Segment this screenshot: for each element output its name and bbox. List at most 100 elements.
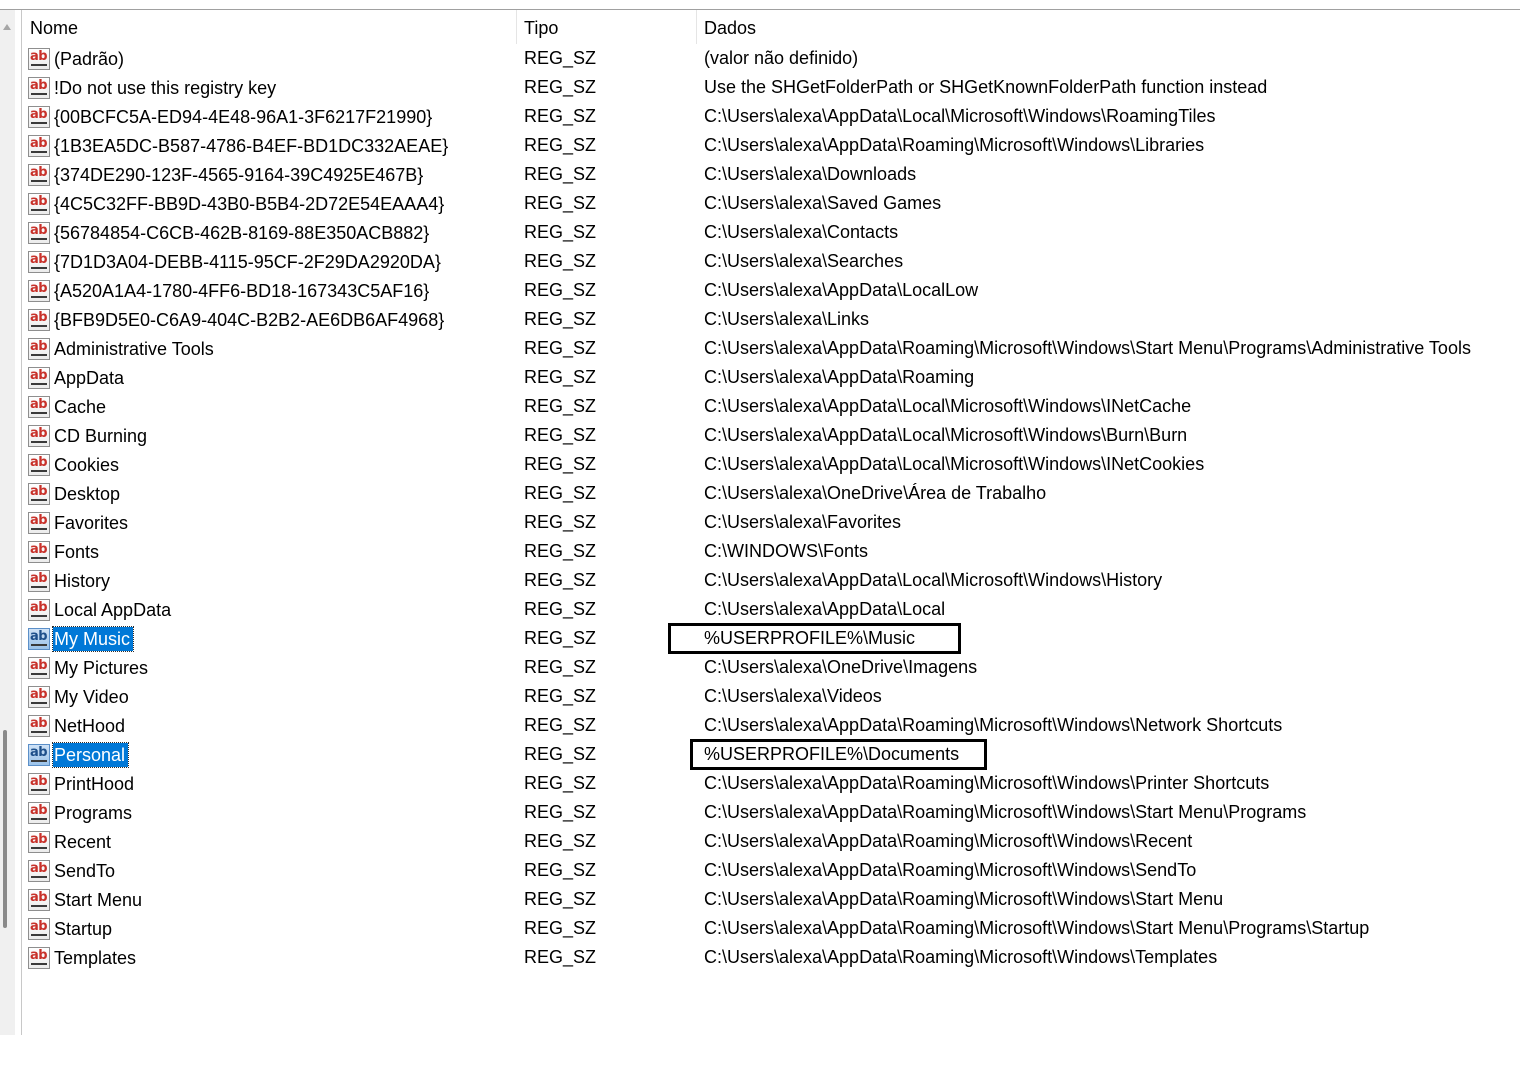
- column-header-name[interactable]: Nome: [22, 10, 516, 44]
- table-row[interactable]: ab {7D1D3A04-DEBB-4115-95CF-2F29DA2920DA}…: [22, 247, 1520, 276]
- string-value-icon: ab: [28, 250, 50, 273]
- table-row[interactable]: ab (Padrão) REG_SZ (valor não definido): [22, 44, 1520, 73]
- table-row[interactable]: ab Programs REG_SZ C:\Users\alexa\AppData\R…: [22, 798, 1520, 827]
- table-row[interactable]: ab {4C5C32FF-BB9D-43B0-B5B4-2D72E54EAAA4}…: [22, 189, 1520, 218]
- value-data-cell: C:\Users\alexa\AppData\LocalLow: [704, 280, 979, 300]
- table-row[interactable]: ab Local AppData REG_SZ C:\Users\alexa\AppD…: [22, 595, 1520, 624]
- value-data-cell: C:\Users\alexa\AppData\Local\Microsoft\W…: [704, 454, 1205, 474]
- value-name-cell[interactable]: ab Programs: [28, 798, 135, 827]
- value-name-cell[interactable]: ab PrintHood: [28, 769, 137, 798]
- string-value-icon: ab: [28, 134, 50, 157]
- value-name-cell[interactable]: ab Fonts: [28, 537, 102, 566]
- table-row[interactable]: ab SendTo REG_SZ C:\Users\alexa\AppData\Roa…: [22, 856, 1520, 885]
- value-name: My Video: [54, 686, 129, 707]
- value-name-cell[interactable]: ab Favorites: [28, 508, 131, 537]
- value-data-cell: C:\Users\alexa\OneDrive\Imagens: [704, 657, 978, 677]
- table-row[interactable]: ab My Pictures REG_SZ C:\Users\alexa\OneDri…: [22, 653, 1520, 682]
- table-row[interactable]: ab Desktop REG_SZ C:\Users\alexa\OneDrive\Á…: [22, 479, 1520, 508]
- value-data-cell: C:\Users\alexa\AppData\Roaming\Microsoft…: [704, 773, 1270, 793]
- value-name-cell[interactable]: ab NetHood: [28, 711, 128, 740]
- value-name-cell[interactable]: ab {BFB9D5E0-C6A9-404C-B2B2-AE6DB6AF4968}: [28, 305, 447, 334]
- value-name: Administrative Tools: [54, 338, 214, 359]
- tree-scrollbar[interactable]: [0, 10, 15, 1035]
- value-type-cell: REG_SZ: [524, 251, 597, 271]
- value-name-cell[interactable]: ab {00BCFC5A-ED94-4E48-96A1-3F6217F21990}: [28, 102, 435, 131]
- table-row[interactable]: ab {00BCFC5A-ED94-4E48-96A1-3F6217F21990}…: [22, 102, 1520, 131]
- value-name-cell[interactable]: ab {4C5C32FF-BB9D-43B0-B5B4-2D72E54EAAA4}: [28, 189, 447, 218]
- value-name-cell[interactable]: ab Cookies: [28, 450, 122, 479]
- column-header-data[interactable]: Dados: [696, 10, 1520, 44]
- value-name-cell[interactable]: ab Start Menu: [28, 885, 145, 914]
- value-name-cell[interactable]: ab {A520A1A4-1780-4FF6-BD18-167343C5AF16}: [28, 276, 432, 305]
- value-name-cell[interactable]: ab History: [28, 566, 113, 595]
- string-value-icon: ab: [28, 105, 50, 128]
- string-value-icon: ab: [28, 801, 50, 824]
- value-name-cell[interactable]: ab Desktop: [28, 479, 123, 508]
- value-name: !Do not use this registry key: [54, 77, 277, 98]
- table-row[interactable]: ab History REG_SZ C:\Users\alexa\AppData\Lo…: [22, 566, 1520, 595]
- table-row[interactable]: ab {56784854-C6CB-462B-8169-88E350ACB882}…: [22, 218, 1520, 247]
- string-value-icon: ab: [28, 714, 50, 737]
- value-name-cell[interactable]: ab AppData: [28, 363, 127, 392]
- string-value-icon: ab: [28, 946, 50, 969]
- table-row[interactable]: ab {1B3EA5DC-B587-4786-B4EF-BD1DC332AEAE}…: [22, 131, 1520, 160]
- value-name: Start Menu: [54, 889, 143, 910]
- value-data-cell: C:\Users\alexa\Searches: [704, 251, 904, 271]
- value-data-cell: C:\Users\alexa\Downloads: [704, 164, 917, 184]
- table-row[interactable]: ab Start Menu REG_SZ C:\Users\alexa\AppData…: [22, 885, 1520, 914]
- value-name-cell[interactable]: ab (Padrão): [28, 44, 127, 73]
- value-name-cell[interactable]: ab Cache: [28, 392, 109, 421]
- value-name-cell[interactable]: ab My Music: [28, 624, 134, 653]
- table-row[interactable]: ab Administrative Tools REG_SZ C:\Users\ale…: [22, 334, 1520, 363]
- table-row[interactable]: ab Favorites REG_SZ C:\Users\alexa\Favorite…: [22, 508, 1520, 537]
- value-data-cell: C:\Users\alexa\AppData\Local\Microsoft\W…: [704, 106, 1216, 126]
- value-name-cell[interactable]: ab Personal: [28, 740, 130, 769]
- value-name-cell[interactable]: ab Administrative Tools: [28, 334, 217, 363]
- value-name: {7D1D3A04-DEBB-4115-95CF-2F29DA2920DA}: [54, 251, 441, 272]
- value-name-cell[interactable]: ab My Pictures: [28, 653, 151, 682]
- table-row[interactable]: ab Fonts REG_SZ C:\WINDOWS\Fonts: [22, 537, 1520, 566]
- table-row[interactable]: ab Recent REG_SZ C:\Users\alexa\AppData\Roa…: [22, 827, 1520, 856]
- value-name-cell[interactable]: ab {56784854-C6CB-462B-8169-88E350ACB882}: [28, 218, 432, 247]
- value-type-cell: REG_SZ: [524, 48, 597, 68]
- table-row[interactable]: ab NetHood REG_SZ C:\Users\alexa\AppData\Ro…: [22, 711, 1520, 740]
- value-name-cell[interactable]: ab !Do not use this registry key: [28, 73, 279, 102]
- scrollbar-thumb[interactable]: [3, 730, 7, 928]
- table-row[interactable]: ab PrintHood REG_SZ C:\Users\alexa\AppData\…: [22, 769, 1520, 798]
- value-data-cell: C:\Users\alexa\Contacts: [704, 222, 899, 242]
- table-row[interactable]: ab !Do not use this registry key REG_SZ Use…: [22, 73, 1520, 102]
- table-row[interactable]: ab My Video REG_SZ C:\Users\alexa\Videos: [22, 682, 1520, 711]
- value-data-cell: C:\Users\alexa\AppData\Local\Microsoft\W…: [704, 425, 1188, 445]
- scroll-up-arrow-icon[interactable]: [3, 24, 11, 30]
- table-row[interactable]: ab Startup REG_SZ C:\Users\alexa\AppData\Ro…: [22, 914, 1520, 943]
- value-name-cell[interactable]: ab SendTo: [28, 856, 118, 885]
- value-data-cell: C:\Users\alexa\AppData\Roaming\Microsoft…: [704, 135, 1205, 155]
- value-name-cell[interactable]: ab {7D1D3A04-DEBB-4115-95CF-2F29DA2920DA}: [28, 247, 444, 276]
- value-name-cell[interactable]: ab Local AppData: [28, 595, 174, 624]
- value-name-cell[interactable]: ab {374DE290-123F-4565-9164-39C4925E467B}: [28, 160, 426, 189]
- value-name: Cache: [54, 396, 107, 417]
- value-name-cell[interactable]: ab Recent: [28, 827, 114, 856]
- value-name-cell[interactable]: ab Templates: [28, 943, 139, 972]
- value-data-cell: C:\Users\alexa\AppData\Roaming\Microsoft…: [704, 831, 1193, 851]
- value-data-cell: (valor não definido): [704, 48, 859, 68]
- string-value-icon: ab: [28, 627, 50, 650]
- table-row[interactable]: ab {374DE290-123F-4565-9164-39C4925E467B}…: [22, 160, 1520, 189]
- table-row[interactable]: ab Templates REG_SZ C:\Users\alexa\AppData\…: [22, 943, 1520, 972]
- table-row[interactable]: ab Cookies REG_SZ C:\Users\alexa\AppData\Lo…: [22, 450, 1520, 479]
- value-name: {BFB9D5E0-C6A9-404C-B2B2-AE6DB6AF4968}: [54, 309, 445, 330]
- column-header-type[interactable]: Tipo: [516, 10, 696, 44]
- value-type-cell: REG_SZ: [524, 541, 597, 561]
- value-name-cell[interactable]: ab My Video: [28, 682, 132, 711]
- table-row[interactable]: ab AppData REG_SZ C:\Users\alexa\AppData\Ro…: [22, 363, 1520, 392]
- value-type-cell: REG_SZ: [524, 831, 597, 851]
- value-name-cell[interactable]: ab Startup: [28, 914, 115, 943]
- table-row[interactable]: ab Cache REG_SZ C:\Users\alexa\AppData\Loca…: [22, 392, 1520, 421]
- value-name-cell[interactable]: ab CD Burning: [28, 421, 150, 450]
- value-name-cell[interactable]: ab {1B3EA5DC-B587-4786-B4EF-BD1DC332AEAE}: [28, 131, 451, 160]
- table-row[interactable]: ab CD Burning REG_SZ C:\Users\alexa\AppData…: [22, 421, 1520, 450]
- value-name: Personal: [51, 741, 130, 768]
- string-value-icon: ab: [28, 482, 50, 505]
- table-row[interactable]: ab {A520A1A4-1780-4FF6-BD18-167343C5AF16}…: [22, 276, 1520, 305]
- table-row[interactable]: ab {BFB9D5E0-C6A9-404C-B2B2-AE6DB6AF4968}…: [22, 305, 1520, 334]
